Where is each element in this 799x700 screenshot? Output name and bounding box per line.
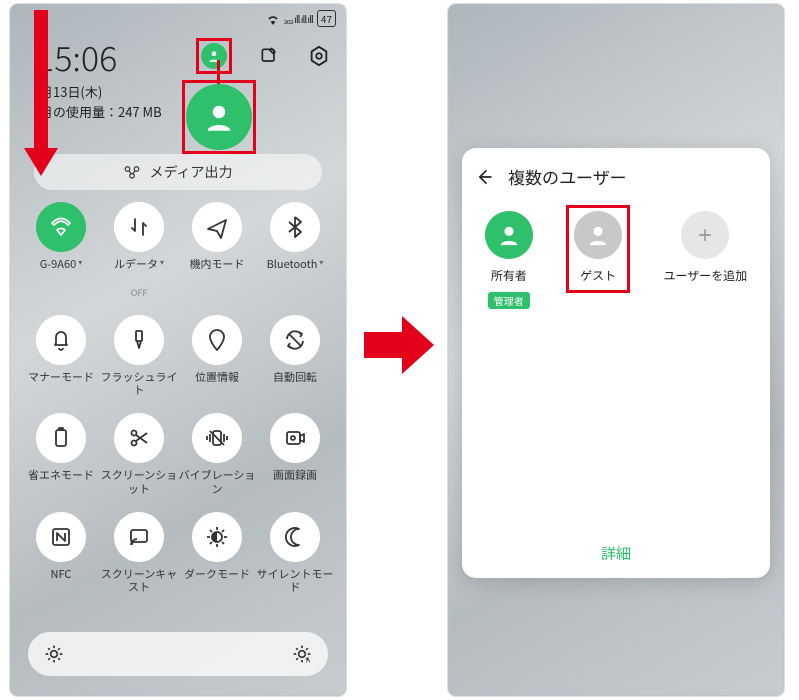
- brightness-slider[interactable]: A: [28, 632, 328, 676]
- sheet-title: 複数のユーザー: [508, 164, 627, 189]
- dark-icon: [192, 512, 242, 562]
- media-icon: [123, 164, 141, 180]
- user-icon[interactable]: [201, 43, 227, 69]
- quick-settings-grid: G-9A60▾ ルデータ▾ OFF 機内モード Bluetooth▾ マナーモードフラッシ…: [22, 202, 334, 594]
- tile-label: 画面録画: [273, 469, 317, 495]
- brightness-icon: [44, 644, 64, 664]
- tile-label: NFC: [51, 568, 72, 594]
- tile-moon[interactable]: サイレントモード: [256, 512, 334, 594]
- tile-label: スクリーンキャスト: [100, 568, 178, 594]
- cast-icon: [114, 512, 164, 562]
- annotation-arrow-down: [26, 10, 56, 180]
- auto-brightness-icon[interactable]: A: [292, 644, 312, 664]
- owner-label: 所有者: [491, 267, 527, 284]
- tile-pin[interactable]: 位置情報: [178, 315, 256, 397]
- signal-icon: ₃₀₃ ıll ıll ıll: [284, 11, 313, 26]
- tile-label: 省エネモード: [28, 469, 94, 495]
- plane-icon: [192, 202, 242, 252]
- tile-plane[interactable]: 機内モード: [178, 202, 256, 299]
- tile-flash[interactable]: フラッシュライト: [100, 315, 178, 397]
- rotate-icon: [270, 315, 320, 365]
- battery-indicator: 47: [317, 10, 336, 27]
- tile-label: 機内モード: [190, 258, 245, 284]
- bluetooth-icon: [270, 202, 320, 252]
- tile-record[interactable]: 画面録画: [256, 413, 334, 495]
- sheet-header: 複数のユーザー: [474, 164, 758, 189]
- pin-icon: [192, 315, 242, 365]
- vibrate-icon: [192, 413, 242, 463]
- user-owner[interactable]: 所有者 管理者: [485, 211, 533, 309]
- plus-icon: [681, 211, 729, 259]
- tile-label: 位置情報: [195, 371, 239, 397]
- tile-bluetooth[interactable]: Bluetooth▾: [256, 202, 334, 299]
- moon-icon: [270, 512, 320, 562]
- add-user-label: ユーザーを追加: [664, 267, 748, 284]
- tile-dark[interactable]: ダークモード: [178, 512, 256, 594]
- tile-sublabel: OFF: [131, 286, 148, 299]
- highlight-user-small: [196, 38, 232, 74]
- tile-label: ルデータ▾: [114, 258, 164, 284]
- phone-user-switcher: 複数のユーザー 所有者 管理者 ゲスト: [448, 4, 784, 696]
- annotation-arrow-right: [364, 310, 434, 380]
- tile-vibrate[interactable]: バイブレーション: [178, 413, 256, 495]
- tile-nfc[interactable]: NFC: [22, 512, 100, 594]
- admin-badge: 管理者: [488, 292, 530, 309]
- back-icon[interactable]: [474, 167, 494, 187]
- multi-user-sheet: 複数のユーザー 所有者 管理者 ゲスト: [462, 148, 770, 578]
- tile-label: G-9A60▾: [40, 258, 82, 284]
- tile-wifi[interactable]: G-9A60▾: [22, 202, 100, 299]
- user-guest[interactable]: ゲスト: [574, 211, 622, 309]
- edit-icon[interactable]: [256, 43, 282, 69]
- tile-scissors[interactable]: スクリーンショット: [100, 413, 178, 495]
- media-output-label: メディア出力: [149, 162, 232, 182]
- media-output-button[interactable]: メディア出力: [34, 154, 322, 190]
- wifi-icon: [36, 202, 86, 252]
- nfc-icon: [36, 512, 86, 562]
- tile-cast[interactable]: スクリーンキャスト: [100, 512, 178, 594]
- data-usage: 月の使用量：247 MB: [40, 102, 162, 121]
- highlight-user-large: [182, 80, 256, 154]
- bell-icon: [36, 315, 86, 365]
- gear-icon[interactable]: [306, 43, 332, 69]
- arrows-icon: [114, 202, 164, 252]
- details-link[interactable]: 詳細: [462, 543, 770, 564]
- record-icon: [270, 413, 320, 463]
- tile-battery[interactable]: 省エネモード: [22, 413, 100, 495]
- tile-label: マナーモード: [28, 371, 94, 397]
- phone-quick-settings: ₃₀₃ ıll ıll ıll 47 15:06 月13日(木) 月の使用量：2…: [10, 4, 346, 696]
- add-user-button[interactable]: ユーザーを追加: [664, 211, 748, 309]
- tile-label: 自動回転: [273, 371, 317, 397]
- user-list: 所有者 管理者 ゲスト ユーザーを追加: [474, 211, 758, 309]
- tile-label: バイブレーション: [178, 469, 256, 495]
- flash-icon: [114, 315, 164, 365]
- owner-avatar-icon: [485, 211, 533, 259]
- status-bar: ₃₀₃ ıll ıll ıll 47: [266, 10, 337, 27]
- highlight-guest: [566, 205, 630, 293]
- scissors-icon: [114, 413, 164, 463]
- tile-arrows[interactable]: ルデータ▾ OFF: [100, 202, 178, 299]
- battery-icon: [36, 413, 86, 463]
- svg-text:A: A: [306, 654, 311, 664]
- tile-label: Bluetooth▾: [267, 258, 324, 284]
- tile-rotate[interactable]: 自動回転: [256, 315, 334, 397]
- wifi-icon: [266, 13, 280, 25]
- tile-label: サイレントモード: [256, 568, 334, 594]
- tile-label: フラッシュライト: [100, 371, 178, 397]
- tile-label: ダークモード: [184, 568, 250, 594]
- tile-label: スクリーンショット: [100, 469, 178, 495]
- tile-bell[interactable]: マナーモード: [22, 315, 100, 397]
